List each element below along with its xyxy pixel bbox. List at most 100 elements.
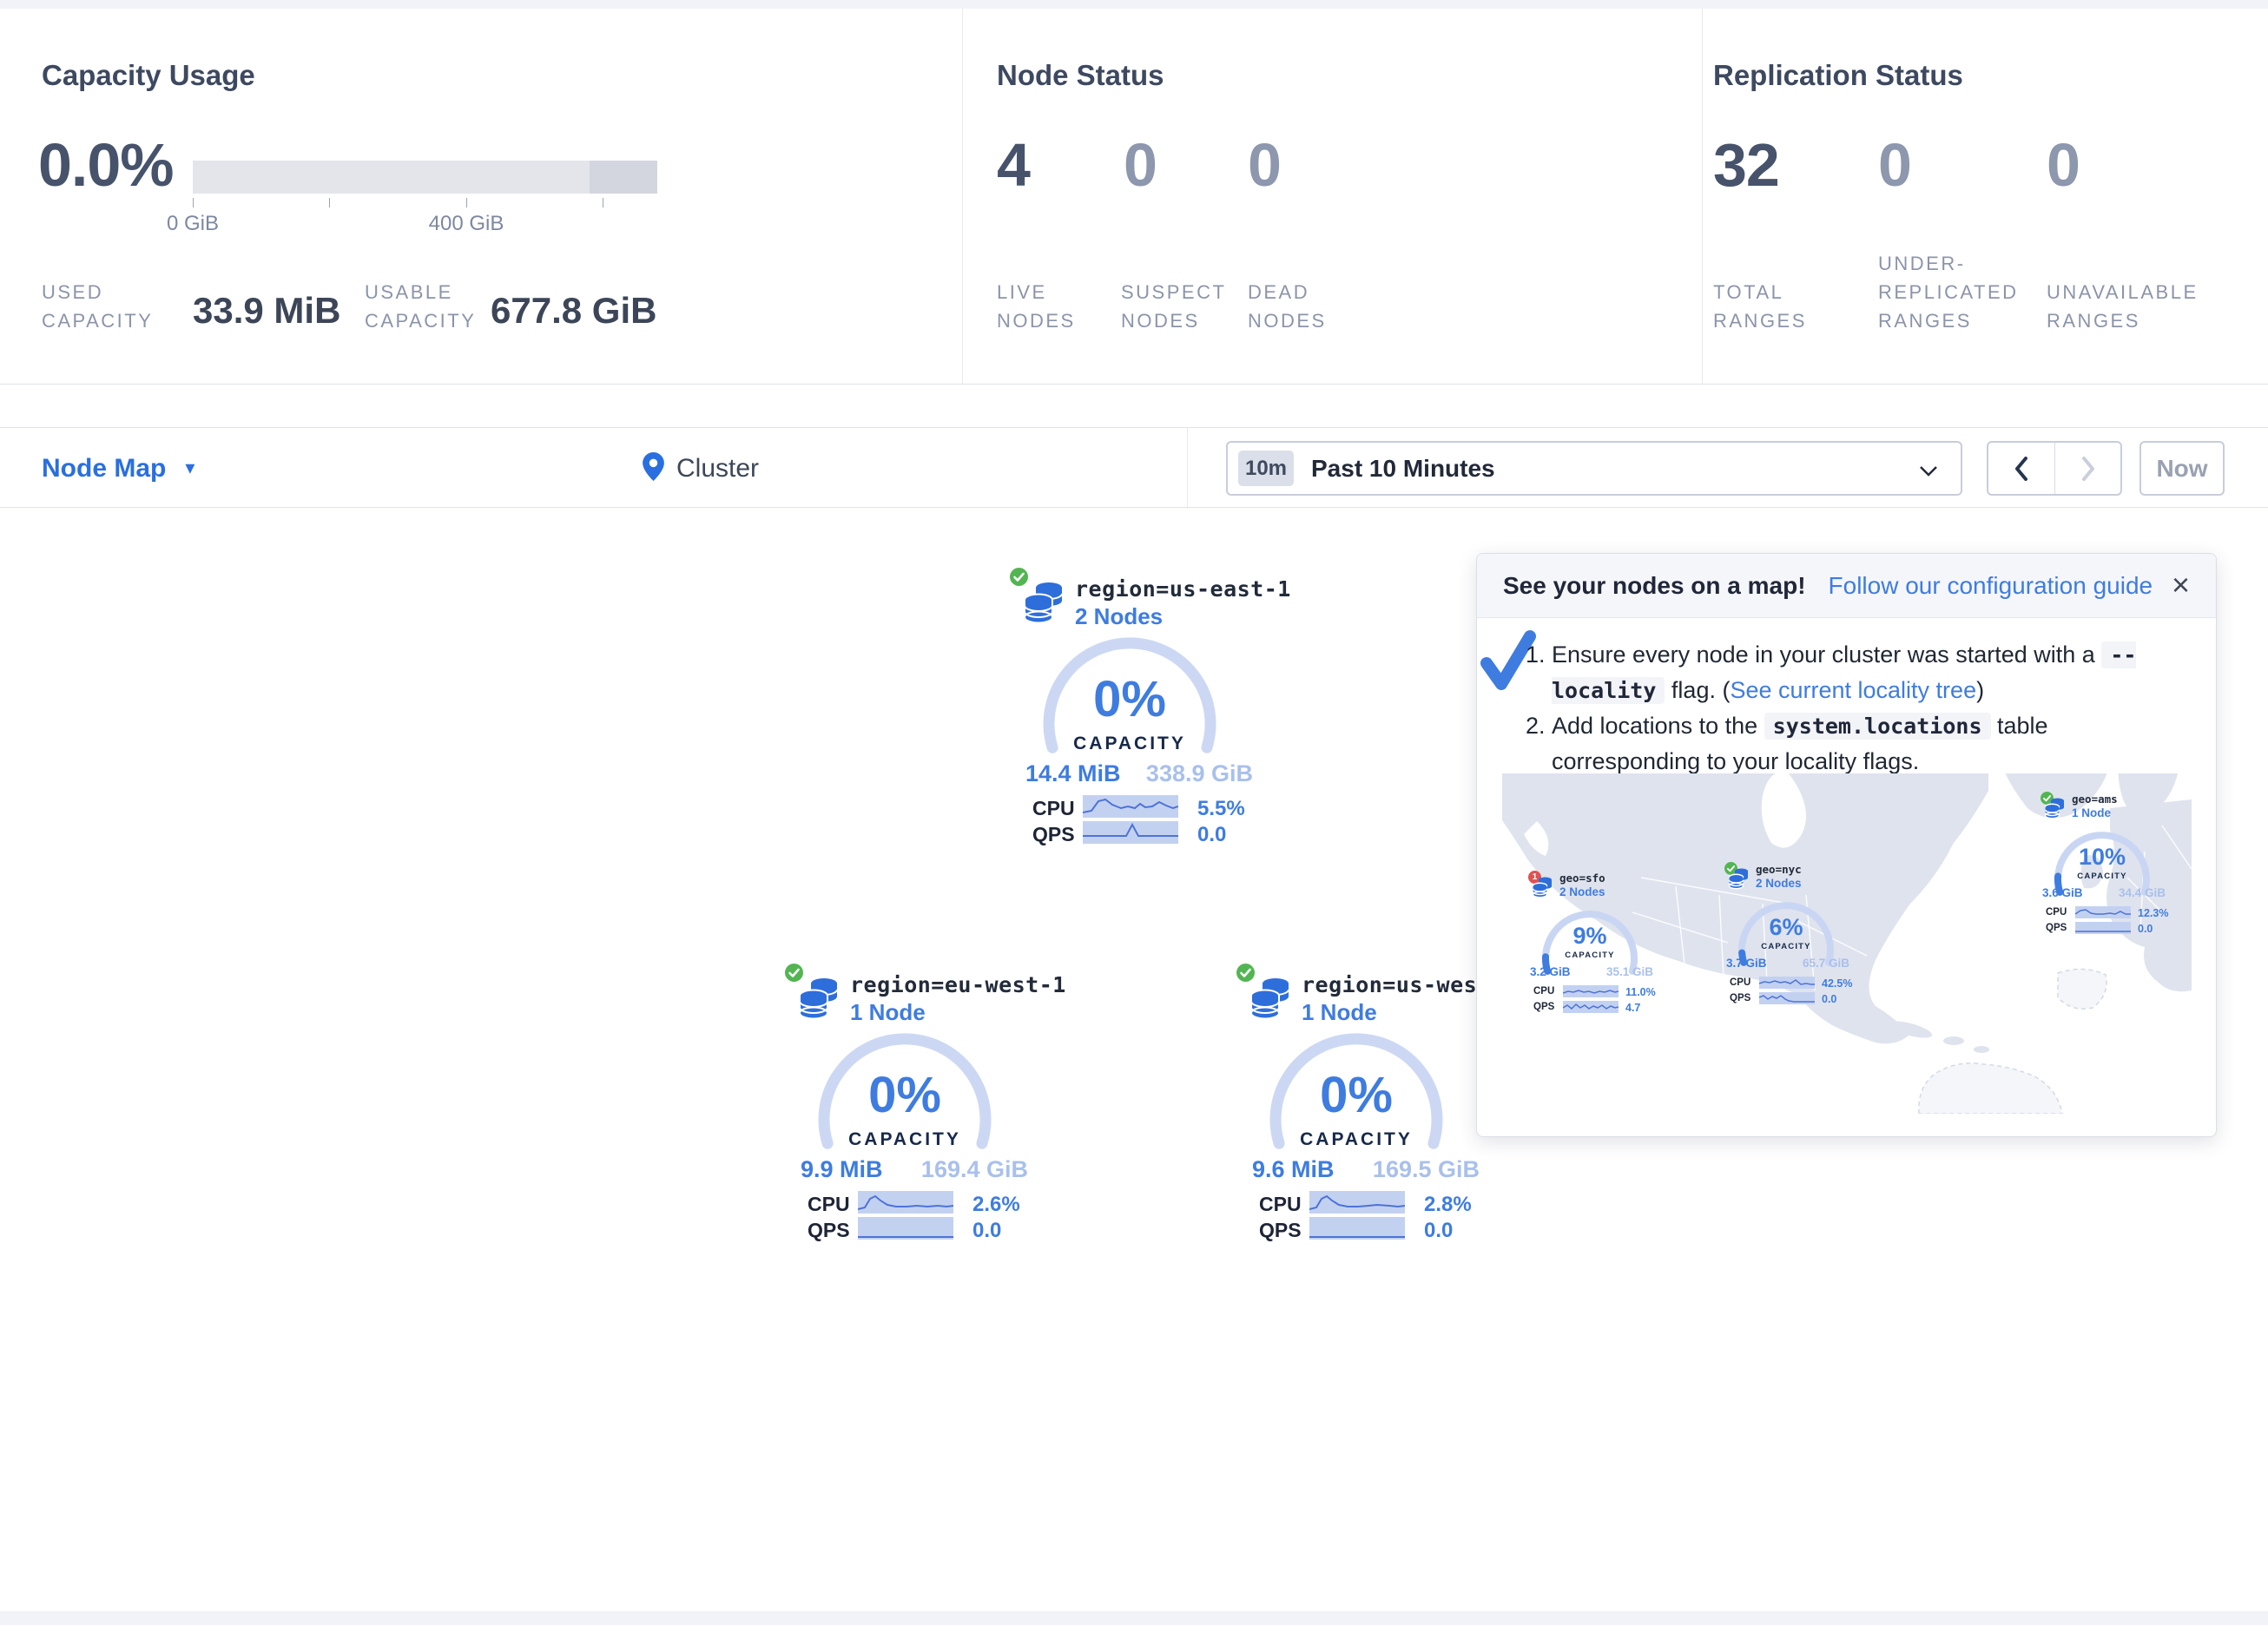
under-replicated-count: 0 xyxy=(1878,130,1911,200)
locality-card-eu-west-1[interactable]: region=eu-west-1 1 Node 0% CAPACITY 9.9 … xyxy=(766,958,1044,1247)
capacity-value: 338.9 GiB xyxy=(1146,760,1253,787)
locality-card-us-east-1[interactable]: region=us-east-1 2 Nodes 0% CAPACITY 14.… xyxy=(991,562,1269,851)
used-value: 9.6 MiB xyxy=(1252,1156,1335,1183)
close-icon[interactable]: × xyxy=(2172,568,2190,602)
cpu-label: CPU xyxy=(1730,977,1750,988)
cpu-value: 5.5% xyxy=(1197,797,1245,821)
locality-node-count: 2 Nodes xyxy=(1559,885,1605,898)
time-range-select[interactable]: 10m Past 10 Minutes xyxy=(1226,441,1962,496)
qps-label: QPS xyxy=(1032,823,1075,846)
step-1: 1.Ensure every node in your cluster was … xyxy=(1529,637,2194,708)
view-selector-label: Node Map xyxy=(42,454,166,484)
unavailable-label: UNAVAILABLE RANGES xyxy=(2047,278,2212,335)
axis-tick xyxy=(466,198,467,207)
cpu-value: 2.8% xyxy=(1424,1193,1472,1217)
qps-value: 4.7 xyxy=(1625,1002,1640,1014)
divider xyxy=(1187,428,1188,509)
capacity-percent: 0% xyxy=(1217,1066,1495,1124)
qps-sparkline xyxy=(1309,1217,1405,1240)
capacity-usage-title: Capacity Usage xyxy=(42,59,255,92)
step-number: 2. xyxy=(1526,708,1546,743)
locality-name: geo=nyc xyxy=(1756,863,1802,876)
capacity-label: CAPACITY xyxy=(1217,1129,1495,1150)
qps-value: 0.0 xyxy=(2138,923,2153,935)
mini-locality-nyc: geo=nyc 2 Nodes 6% CAPACITY 3.7 GiB 65.7… xyxy=(1721,850,1851,1015)
step-number: 1. xyxy=(1526,637,1546,672)
step-text: Add locations to the xyxy=(1552,713,1764,739)
step-text: Ensure every node in your cluster was st… xyxy=(1552,641,2101,668)
time-step-arrows xyxy=(1987,441,2122,496)
total-ranges-count: 32 xyxy=(1713,130,1779,200)
database-icon xyxy=(799,977,839,1020)
cpu-sparkline xyxy=(1083,795,1178,818)
locality-name: region=eu-west-1 xyxy=(850,972,1066,997)
live-nodes-count: 4 xyxy=(997,130,1030,200)
locality-node-count: 1 Node xyxy=(850,999,926,1026)
capacity-label: CAPACITY xyxy=(1721,942,1851,951)
divider xyxy=(962,9,963,385)
cpu-value: 42.5% xyxy=(1822,977,1852,990)
database-icon xyxy=(1024,581,1064,624)
qps-value: 0.0 xyxy=(1424,1219,1453,1243)
qps-value: 0.0 xyxy=(972,1219,1001,1243)
usable-capacity-value: 677.8 GiB xyxy=(491,290,656,332)
breadcrumb[interactable]: Cluster xyxy=(643,428,759,509)
database-icon xyxy=(1533,876,1553,898)
capacity-value: 35.1 GiB xyxy=(1606,965,1653,978)
example-node-map-image: 1 geo=sfo 2 Nodes 9% CAPACITY 3.2 GiB 35… xyxy=(1502,773,2192,1114)
top-strip xyxy=(0,0,2268,9)
qps-label: QPS xyxy=(1259,1219,1302,1242)
view-selector[interactable]: Node Map ▾ xyxy=(42,428,194,509)
replication-status-title: Replication Status xyxy=(1713,59,1963,92)
time-range-label: Past 10 Minutes xyxy=(1311,455,1495,483)
configuration-guide-link[interactable]: Follow our configuration guide xyxy=(1829,572,2153,600)
locality-tree-link[interactable]: See current locality tree xyxy=(1730,677,1976,703)
cpu-sparkline xyxy=(2075,906,2131,918)
mini-locality-ams: geo=ams 1 Node 10% CAPACITY 3.6 GiB 34.4… xyxy=(2037,780,2167,944)
suspect-nodes-label: SUSPECT NODES xyxy=(1121,278,1234,335)
suspect-nodes-count: 0 xyxy=(1124,130,1157,200)
cpu-label: CPU xyxy=(1533,986,1554,997)
qps-sparkline xyxy=(2075,922,2131,934)
capacity-percent: 0% xyxy=(766,1066,1044,1124)
axis-tick-label-400: 400 GiB xyxy=(397,212,536,236)
used-value: 3.7 GiB xyxy=(1726,957,1767,970)
map-toolbar: Node Map ▾ Cluster 10m Past 10 Minutes xyxy=(0,427,2268,508)
qps-value: 0.0 xyxy=(1822,993,1836,1005)
capacity-value: 169.5 GiB xyxy=(1373,1156,1480,1183)
cpu-label: CPU xyxy=(2046,907,2067,918)
live-nodes-label: LIVE NODES xyxy=(997,278,1101,335)
configuration-steps: 1.Ensure every node in your cluster was … xyxy=(1529,637,2194,779)
time-back-button[interactable] xyxy=(1988,443,2054,494)
capacity-label: CAPACITY xyxy=(766,1129,1044,1150)
database-icon xyxy=(1250,977,1290,1020)
chevron-down-icon xyxy=(1919,465,1938,481)
axis-tick-label-0: 0 GiB xyxy=(123,212,262,236)
qps-label: QPS xyxy=(1730,993,1750,1003)
now-button[interactable]: Now xyxy=(2139,441,2225,496)
cluster-summary-panel: Capacity Usage 0.0% 0 GiB 400 GiB USED C… xyxy=(0,9,2268,385)
time-forward-button[interactable] xyxy=(2054,443,2120,494)
qps-label: QPS xyxy=(1533,1002,1554,1012)
used-value: 9.9 MiB xyxy=(801,1156,883,1183)
dead-nodes-label: DEAD NODES xyxy=(1248,278,1352,335)
cpu-value: 11.0% xyxy=(1625,986,1656,998)
capacity-value: 65.7 GiB xyxy=(1803,957,1849,970)
used-value: 3.6 GiB xyxy=(2042,886,2083,899)
popup-title: See your nodes on a map! xyxy=(1503,572,1806,600)
locality-card-us-west-1[interactable]: region=us-west-1 1 Node 0% CAPACITY 9.6 … xyxy=(1217,958,1495,1247)
cpu-sparkline xyxy=(1759,977,1815,989)
qps-sparkline xyxy=(858,1217,953,1240)
cpu-sparkline xyxy=(858,1191,953,1214)
locality-node-count: 2 Nodes xyxy=(1075,603,1163,630)
step-text: flag. ( xyxy=(1665,677,1730,703)
bottom-strip xyxy=(0,1611,2268,1625)
locality-node-count: 1 Node xyxy=(2072,806,2111,819)
capacity-value: 34.4 GiB xyxy=(2119,886,2166,899)
locality-name: region=us-east-1 xyxy=(1075,576,1291,602)
cpu-label: CPU xyxy=(808,1193,850,1216)
node-status-title: Node Status xyxy=(997,59,1164,92)
node-map-page: Capacity Usage 0.0% 0 GiB 400 GiB USED C… xyxy=(0,0,2268,1625)
qps-label: QPS xyxy=(2046,923,2067,933)
cpu-sparkline xyxy=(1563,985,1619,997)
